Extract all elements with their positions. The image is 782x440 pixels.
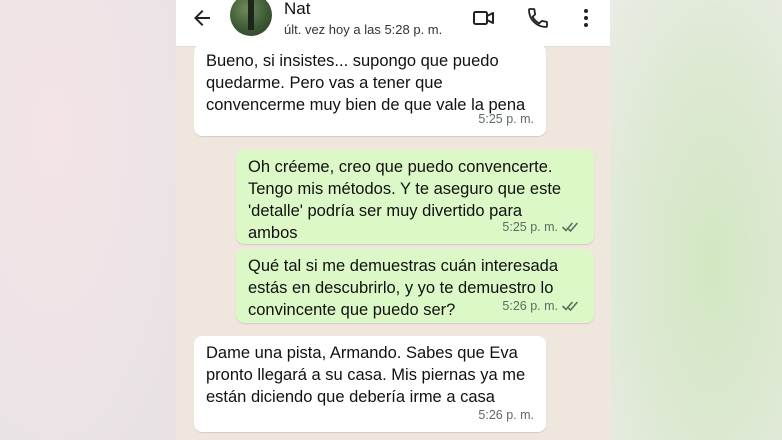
message-bubble-outgoing[interactable]: Oh créeme, creo que puedo convencerte. T… <box>236 150 594 244</box>
message-meta: 5:25 p. m. <box>478 108 534 130</box>
message-meta: 5:25 p. m. <box>502 216 582 238</box>
message-text: Dame una pista, Armando. Sabes que Eva p… <box>206 344 526 406</box>
blurred-background-right <box>610 0 782 440</box>
message-time: 5:26 p. m. <box>502 299 558 313</box>
message-time: 5:25 p. m. <box>502 220 558 234</box>
message-meta: 5:26 p. m. <box>478 404 534 426</box>
message-text: Bueno, si insistes... supongo que puedo … <box>206 52 526 114</box>
double-check-icon <box>562 222 578 233</box>
double-check-icon <box>562 301 578 312</box>
blurred-background-left <box>0 0 176 440</box>
last-seen-status: últ. vez hoy a las 5:28 p. m. <box>284 22 443 37</box>
message-bubble-incoming[interactable]: Dame una pista, Armando. Sabes que Eva p… <box>194 336 546 432</box>
message-time: 5:26 p. m. <box>478 408 534 422</box>
arrow-back-icon[interactable] <box>190 6 214 30</box>
message-bubble-outgoing[interactable]: Qué tal si me demuestras cuán interesada… <box>236 249 594 323</box>
video-call-icon[interactable] <box>472 6 496 30</box>
more-vert-icon[interactable] <box>574 6 598 30</box>
chat-header: Nat últ. vez hoy a las 5:28 p. m. <box>176 0 610 47</box>
message-time: 5:25 p. m. <box>478 112 534 126</box>
message-meta: 5:26 p. m. <box>502 295 582 317</box>
avatar[interactable] <box>230 0 272 36</box>
message-bubble-incoming[interactable]: Bueno, si insistes... supongo que puedo … <box>194 44 546 136</box>
contact-name[interactable]: Nat <box>284 0 310 19</box>
phone-icon[interactable] <box>526 6 550 30</box>
chat-screen: Nat últ. vez hoy a las 5:28 p. m. Bueno,… <box>176 0 610 440</box>
